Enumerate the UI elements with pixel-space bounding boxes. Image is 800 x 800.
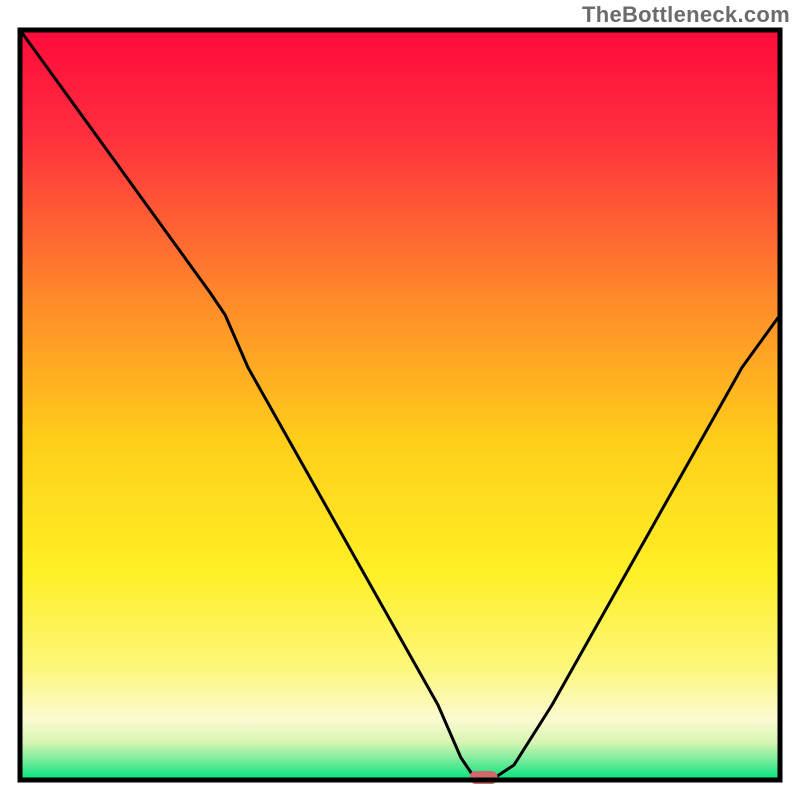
plot-area	[20, 30, 780, 784]
watermark-label: TheBottleneck.com	[582, 2, 790, 28]
bottleneck-chart	[0, 26, 800, 800]
gradient-background	[20, 30, 780, 780]
chart-container: TheBottleneck.com	[0, 0, 800, 800]
